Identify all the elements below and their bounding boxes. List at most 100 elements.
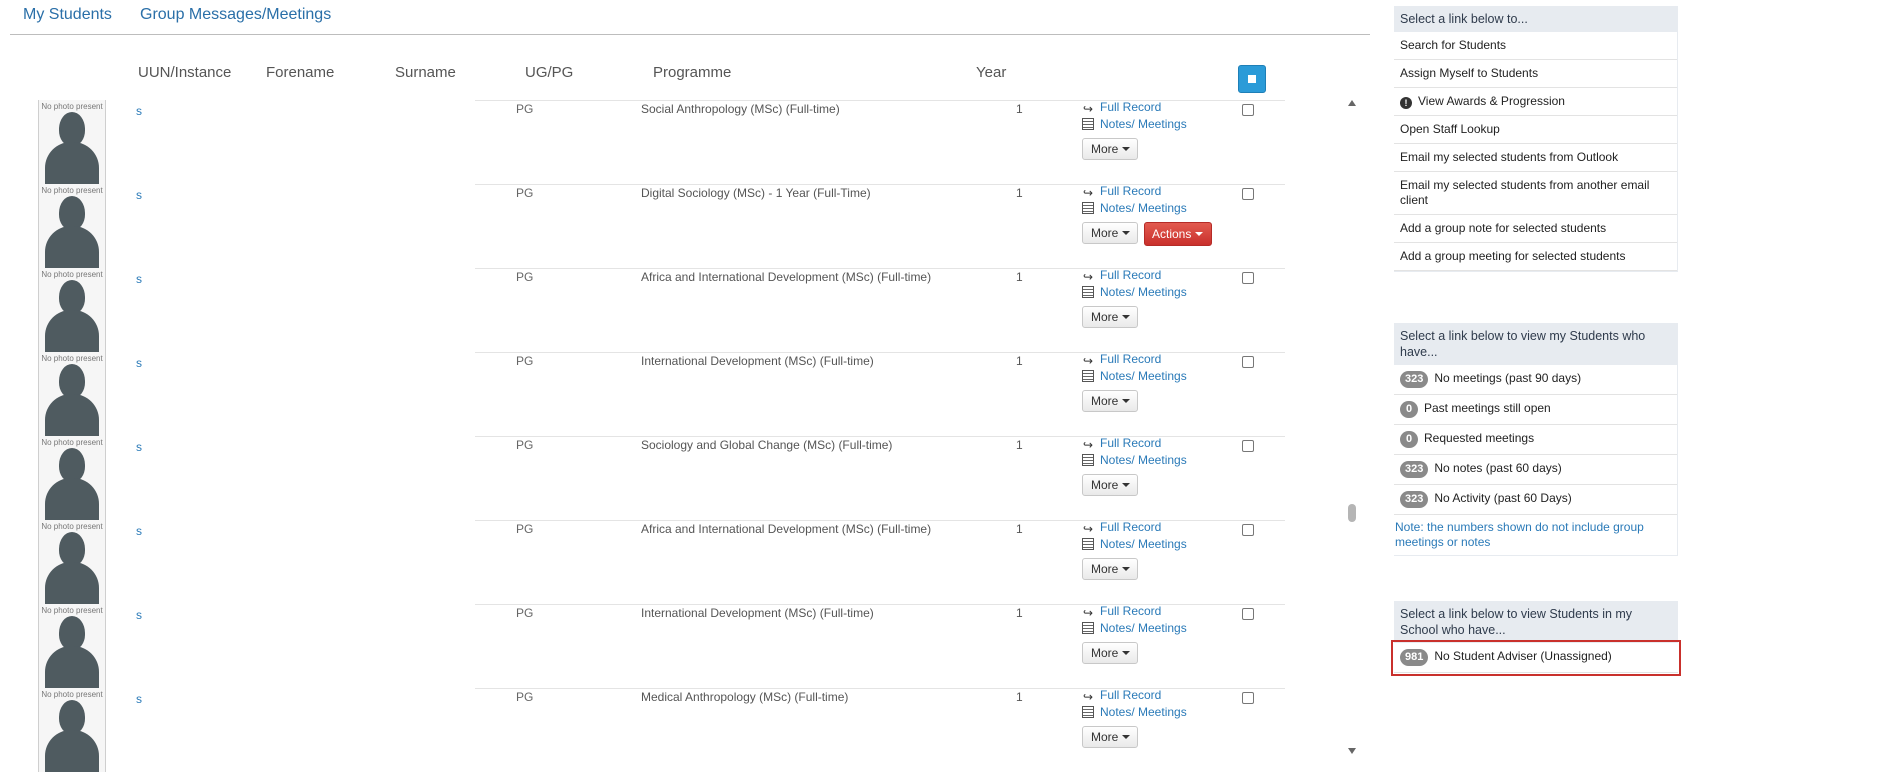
table-row: No photo present s PG Medical Anthropology … bbox=[0, 688, 1300, 772]
more-label: More bbox=[1091, 394, 1119, 408]
full-record-link[interactable]: ↪ Full Record bbox=[1082, 184, 1161, 199]
link-email-other-client[interactable]: Email my selected students from another … bbox=[1394, 172, 1677, 215]
more-button[interactable]: More bbox=[1082, 642, 1138, 664]
row-select-checkbox[interactable] bbox=[1242, 356, 1254, 368]
table-row: No photo present s PG Sociology and Global … bbox=[0, 436, 1300, 520]
silhouette-head bbox=[59, 532, 85, 566]
column-header-programme[interactable]: Programme bbox=[653, 64, 731, 81]
uun-link[interactable]: s bbox=[136, 608, 142, 622]
full-record-link[interactable]: ↪ Full Record bbox=[1082, 436, 1161, 451]
caret-down-icon bbox=[1122, 231, 1131, 235]
link-email-outlook[interactable]: Email my selected students from Outlook bbox=[1394, 144, 1677, 172]
link-search-students[interactable]: Search for Students bbox=[1394, 32, 1677, 60]
more-label: More bbox=[1091, 226, 1119, 240]
filter-past-meetings-open[interactable]: 0 Past meetings still open bbox=[1394, 395, 1677, 425]
notes-meetings-link[interactable]: Notes/ Meetings bbox=[1082, 537, 1187, 551]
notes-meetings-link[interactable]: Notes/ Meetings bbox=[1082, 621, 1187, 635]
student-photo: No photo present bbox=[38, 184, 106, 268]
full-record-link[interactable]: ↪ Full Record bbox=[1082, 268, 1161, 283]
silhouette-head bbox=[59, 112, 85, 146]
row-select-checkbox[interactable] bbox=[1242, 440, 1254, 452]
filter-no-notes[interactable]: 323 No notes (past 60 days) bbox=[1394, 455, 1677, 485]
more-button[interactable]: More bbox=[1082, 558, 1138, 580]
photo-caption: No photo present bbox=[41, 690, 103, 699]
column-header-year[interactable]: Year bbox=[976, 64, 1006, 81]
notes-meetings-link[interactable]: Notes/ Meetings bbox=[1082, 705, 1187, 719]
full-record-link[interactable]: ↪ Full Record bbox=[1082, 520, 1161, 535]
link-add-group-note[interactable]: Add a group note for selected students bbox=[1394, 215, 1677, 243]
notes-meetings-link[interactable]: Notes/ Meetings bbox=[1082, 285, 1187, 299]
row-select-checkbox[interactable] bbox=[1242, 104, 1254, 116]
uun-link[interactable]: s bbox=[136, 692, 142, 706]
column-header-forename[interactable]: Forename bbox=[266, 64, 334, 81]
full-record-link[interactable]: ↪ Full Record bbox=[1082, 100, 1161, 115]
uun-link[interactable]: s bbox=[136, 356, 142, 370]
row-divider bbox=[475, 184, 1285, 185]
link-open-staff-lookup[interactable]: Open Staff Lookup bbox=[1394, 116, 1677, 144]
filter-requested-meetings[interactable]: 0 Requested meetings bbox=[1394, 425, 1677, 455]
more-button[interactable]: More bbox=[1082, 726, 1138, 748]
programme-value: Social Anthropology (MSc) (Full-time) bbox=[641, 102, 840, 116]
link-view-awards[interactable]: ! View Awards & Progression bbox=[1394, 88, 1677, 116]
row-select-checkbox[interactable] bbox=[1242, 188, 1254, 200]
full-record-link[interactable]: ↪ Full Record bbox=[1082, 352, 1161, 367]
row-divider bbox=[475, 604, 1285, 605]
full-record-icon: ↪ bbox=[1082, 102, 1094, 116]
silhouette-body bbox=[45, 478, 99, 520]
link-add-group-meeting[interactable]: Add a group meeting for selected student… bbox=[1394, 243, 1677, 271]
link-assign-myself[interactable]: Assign Myself to Students bbox=[1394, 60, 1677, 88]
more-button[interactable]: More bbox=[1082, 222, 1138, 244]
column-header-ugpg[interactable]: UG/PG bbox=[525, 64, 573, 81]
scroll-down-arrow[interactable] bbox=[1348, 748, 1356, 754]
tab-my-students[interactable]: My Students bbox=[23, 6, 112, 24]
more-label: More bbox=[1091, 478, 1119, 492]
uun-link[interactable]: s bbox=[136, 524, 142, 538]
school-students-header: Select a link below to view Students in … bbox=[1394, 601, 1678, 643]
notes-label: Notes/ Meetings bbox=[1100, 705, 1187, 719]
student-photo: No photo present bbox=[38, 688, 106, 772]
more-button[interactable]: More bbox=[1082, 306, 1138, 328]
filter-no-student-adviser[interactable]: 981 No Student Adviser (Unassigned) bbox=[1391, 640, 1681, 676]
filter-no-meetings[interactable]: 323 No meetings (past 90 days) bbox=[1394, 365, 1677, 395]
tab-group-messages[interactable]: Group Messages/Meetings bbox=[140, 6, 331, 24]
student-photo: No photo present bbox=[38, 100, 106, 184]
table-header: UUN/Instance Forename Surname UG/PG Prog… bbox=[0, 60, 1300, 100]
row-select-checkbox[interactable] bbox=[1242, 524, 1254, 536]
silhouette-head bbox=[59, 616, 85, 650]
photo-caption: No photo present bbox=[41, 102, 103, 111]
caret-down-icon bbox=[1122, 651, 1131, 655]
row-select-checkbox[interactable] bbox=[1242, 608, 1254, 620]
notes-meetings-link[interactable]: Notes/ Meetings bbox=[1082, 453, 1187, 467]
actions-button[interactable]: Actions bbox=[1144, 222, 1212, 246]
notes-meetings-link[interactable]: Notes/ Meetings bbox=[1082, 117, 1187, 131]
filter-no-activity[interactable]: 323 No Activity (past 60 Days) bbox=[1394, 485, 1677, 515]
full-record-icon: ↪ bbox=[1082, 606, 1094, 620]
uun-link[interactable]: s bbox=[136, 272, 142, 286]
scrollbar-thumb[interactable] bbox=[1348, 504, 1356, 522]
my-students-panel: Select a link below to view my Students … bbox=[1394, 323, 1678, 556]
programme-value: Digital Sociology (MSc) - 1 Year (Full-T… bbox=[641, 186, 871, 200]
full-record-icon: ↪ bbox=[1082, 522, 1094, 536]
year-value: 1 bbox=[1016, 186, 1023, 200]
full-record-link[interactable]: ↪ Full Record bbox=[1082, 688, 1161, 703]
full-record-link[interactable]: ↪ Full Record bbox=[1082, 604, 1161, 619]
more-button[interactable]: More bbox=[1082, 474, 1138, 496]
ugpg-value: PG bbox=[516, 522, 534, 536]
row-select-checkbox[interactable] bbox=[1242, 692, 1254, 704]
row-divider bbox=[475, 352, 1285, 353]
select-all-button[interactable] bbox=[1238, 65, 1266, 93]
counts-note: Note: the numbers shown do not include g… bbox=[1395, 520, 1644, 549]
table-row: No photo present s PG International Develop… bbox=[0, 604, 1300, 688]
uun-link[interactable]: s bbox=[136, 440, 142, 454]
notes-meetings-link[interactable]: Notes/ Meetings bbox=[1082, 369, 1187, 383]
more-button[interactable]: More bbox=[1082, 390, 1138, 412]
column-header-surname[interactable]: Surname bbox=[395, 64, 456, 81]
row-divider bbox=[475, 436, 1285, 437]
more-button[interactable]: More bbox=[1082, 138, 1138, 160]
uun-link[interactable]: s bbox=[136, 104, 142, 118]
uun-link[interactable]: s bbox=[136, 188, 142, 202]
row-select-checkbox[interactable] bbox=[1242, 272, 1254, 284]
notes-meetings-link[interactable]: Notes/ Meetings bbox=[1082, 201, 1187, 215]
scroll-up-arrow[interactable] bbox=[1348, 100, 1356, 106]
column-header-uun[interactable]: UUN/Instance bbox=[138, 64, 231, 81]
